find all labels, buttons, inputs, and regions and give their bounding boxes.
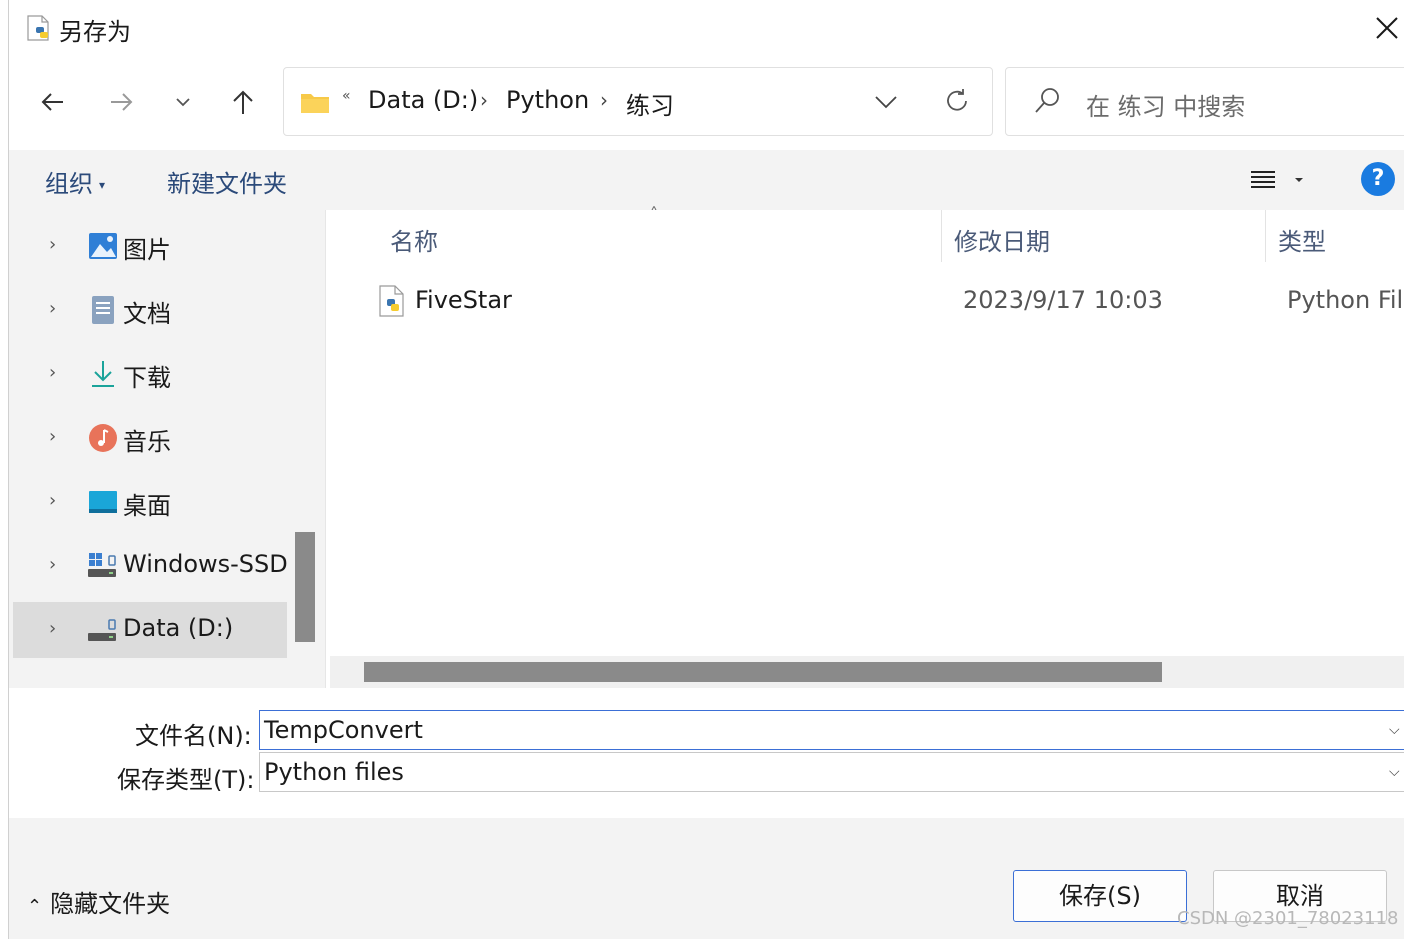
overflow-chevron-icon[interactable]: « xyxy=(342,88,351,104)
downloads-icon xyxy=(92,361,114,387)
pictures-icon xyxy=(89,233,117,259)
documents-icon xyxy=(92,296,114,324)
expand-chevron-icon[interactable]: › xyxy=(49,554,56,575)
sidebar-item-label: Data (D:) xyxy=(123,614,234,642)
arrow-up-icon xyxy=(233,90,253,114)
address-bar[interactable]: « Data (D:) › Python › 练习 xyxy=(283,67,993,136)
save-as-dialog: 另存为 « Data (D:) › Python › 练习 在 练习 中搜索 组… xyxy=(8,0,1404,939)
file-modified-date: 2023/9/17 10:03 xyxy=(963,286,1163,314)
recent-locations-button[interactable] xyxy=(161,80,205,124)
watermark: CSDN @2301_78023118 xyxy=(1177,908,1399,929)
view-options-button[interactable] xyxy=(1245,164,1305,196)
sidebar-item-documents[interactable]: › 文档 xyxy=(13,282,287,338)
command-toolbar: 组织 ▾ 新建文件夹 ? xyxy=(9,150,1404,210)
folder-icon xyxy=(301,94,329,113)
chevron-down-icon[interactable]: ⌵ xyxy=(1389,722,1403,738)
column-header-modified[interactable]: 修改日期 xyxy=(954,222,1050,257)
dialog-title: 另存为 xyxy=(59,18,131,46)
expand-chevron-icon[interactable]: › xyxy=(49,618,56,639)
file-row[interactable]: FiveStar 2023/9/17 10:03 Python File xyxy=(366,280,1404,324)
sidebar-item-label: 音乐 xyxy=(123,428,171,456)
breadcrumb-python[interactable]: Python xyxy=(506,86,589,114)
hide-folders-button[interactable]: ⌃ 隐藏文件夹 xyxy=(27,884,170,919)
up-button[interactable] xyxy=(221,80,265,124)
sidebar-item-downloads[interactable]: › 下载 xyxy=(13,346,287,402)
organize-menu-button[interactable]: 组织 ▾ xyxy=(45,164,105,199)
file-name: FiveStar xyxy=(415,286,512,314)
desktop-icon xyxy=(89,491,117,513)
save-button[interactable]: 保存(S) xyxy=(1013,870,1187,922)
organize-label: 组织 xyxy=(45,170,93,198)
save-form: 文件名(N): TempConvert ⌵ 保存类型(T): Python fi… xyxy=(9,688,1404,818)
chevron-up-icon: ⌃ xyxy=(27,896,43,917)
sort-ascending-icon: ˄ xyxy=(650,204,658,223)
back-button[interactable] xyxy=(31,80,75,124)
column-header-type[interactable]: 类型 xyxy=(1278,222,1326,257)
breadcrumb-separator-icon[interactable]: › xyxy=(480,88,488,112)
filetype-select[interactable]: Python files xyxy=(259,752,1404,792)
arrow-left-icon xyxy=(41,93,63,111)
column-divider[interactable] xyxy=(941,210,942,262)
expand-chevron-icon[interactable]: › xyxy=(49,490,56,511)
search-input[interactable]: 在 练习 中搜索 xyxy=(1086,87,1245,122)
filetype-label: 保存类型(T): xyxy=(117,766,255,794)
breadcrumb-practice[interactable]: 练习 xyxy=(626,86,674,121)
sidebar-item-music[interactable]: › 音乐 xyxy=(13,410,287,466)
sidebar-item-data-d[interactable]: › Data (D:) xyxy=(13,602,287,658)
breadcrumb-data-d[interactable]: Data (D:) xyxy=(368,86,478,114)
expand-chevron-icon[interactable]: › xyxy=(49,426,56,447)
file-list: ˄ 名称 修改日期 类型 FiveStar 2023/9/17 10:03 Py… xyxy=(325,204,1404,688)
help-button[interactable]: ? xyxy=(1361,162,1395,196)
sidebar-item-label: 下载 xyxy=(123,364,171,392)
sidebar-item-pictures[interactable]: › 图片 xyxy=(13,218,287,274)
expand-chevron-icon[interactable]: › xyxy=(49,298,56,319)
forward-button[interactable] xyxy=(99,80,143,124)
filename-input[interactable]: TempConvert xyxy=(259,710,1404,750)
search-icon xyxy=(1035,88,1059,113)
sidebar-item-label: 图片 xyxy=(123,236,171,264)
new-folder-button[interactable]: 新建文件夹 xyxy=(167,164,287,199)
music-icon xyxy=(89,424,117,452)
sidebar-item-desktop[interactable]: › 桌面 xyxy=(13,474,287,530)
filename-label: 文件名(N): xyxy=(135,722,252,750)
drive-icon xyxy=(88,619,116,641)
sidebar-item-label: 桌面 xyxy=(123,492,171,520)
navigation-pane: › 图片 › 文档 › 下载 › 音乐 › 桌面 › Windows-SSD ›… xyxy=(9,210,325,688)
breadcrumb-separator-icon[interactable]: › xyxy=(600,88,608,112)
nav-scrollbar-thumb[interactable] xyxy=(295,532,315,642)
python-app-icon xyxy=(27,15,49,41)
hide-folders-label: 隐藏文件夹 xyxy=(50,890,171,918)
column-header-name[interactable]: 名称 xyxy=(390,222,438,257)
arrow-right-icon xyxy=(111,93,133,111)
title-bar: 另存为 xyxy=(9,0,1404,58)
expand-chevron-icon[interactable]: › xyxy=(49,362,56,383)
sidebar-item-label: 文档 xyxy=(123,300,171,328)
dialog-footer: ⌃ 隐藏文件夹 保存(S) 取消 CSDN @2301_78023118 xyxy=(9,818,1404,939)
horizontal-scrollbar-thumb[interactable] xyxy=(364,662,1162,682)
chevron-down-icon xyxy=(176,98,190,107)
caret-down-icon: ▾ xyxy=(99,178,106,192)
sidebar-item-windows-ssd[interactable]: › Windows-SSD xyxy=(13,538,288,594)
expand-chevron-icon[interactable]: › xyxy=(49,234,56,255)
search-box[interactable]: 在 练习 中搜索 xyxy=(1005,67,1404,136)
close-button[interactable] xyxy=(1369,10,1404,46)
python-file-icon xyxy=(379,285,404,317)
file-type: Python File xyxy=(1287,286,1404,314)
sidebar-item-label: Windows-SSD xyxy=(123,550,288,578)
refresh-icon[interactable] xyxy=(942,86,972,116)
list-view-icon xyxy=(1251,171,1303,188)
drive-icon xyxy=(88,553,116,577)
chevron-down-icon[interactable]: ⌵ xyxy=(1389,764,1403,780)
column-divider[interactable] xyxy=(1265,210,1266,262)
address-history-chevron-icon[interactable] xyxy=(872,88,900,116)
